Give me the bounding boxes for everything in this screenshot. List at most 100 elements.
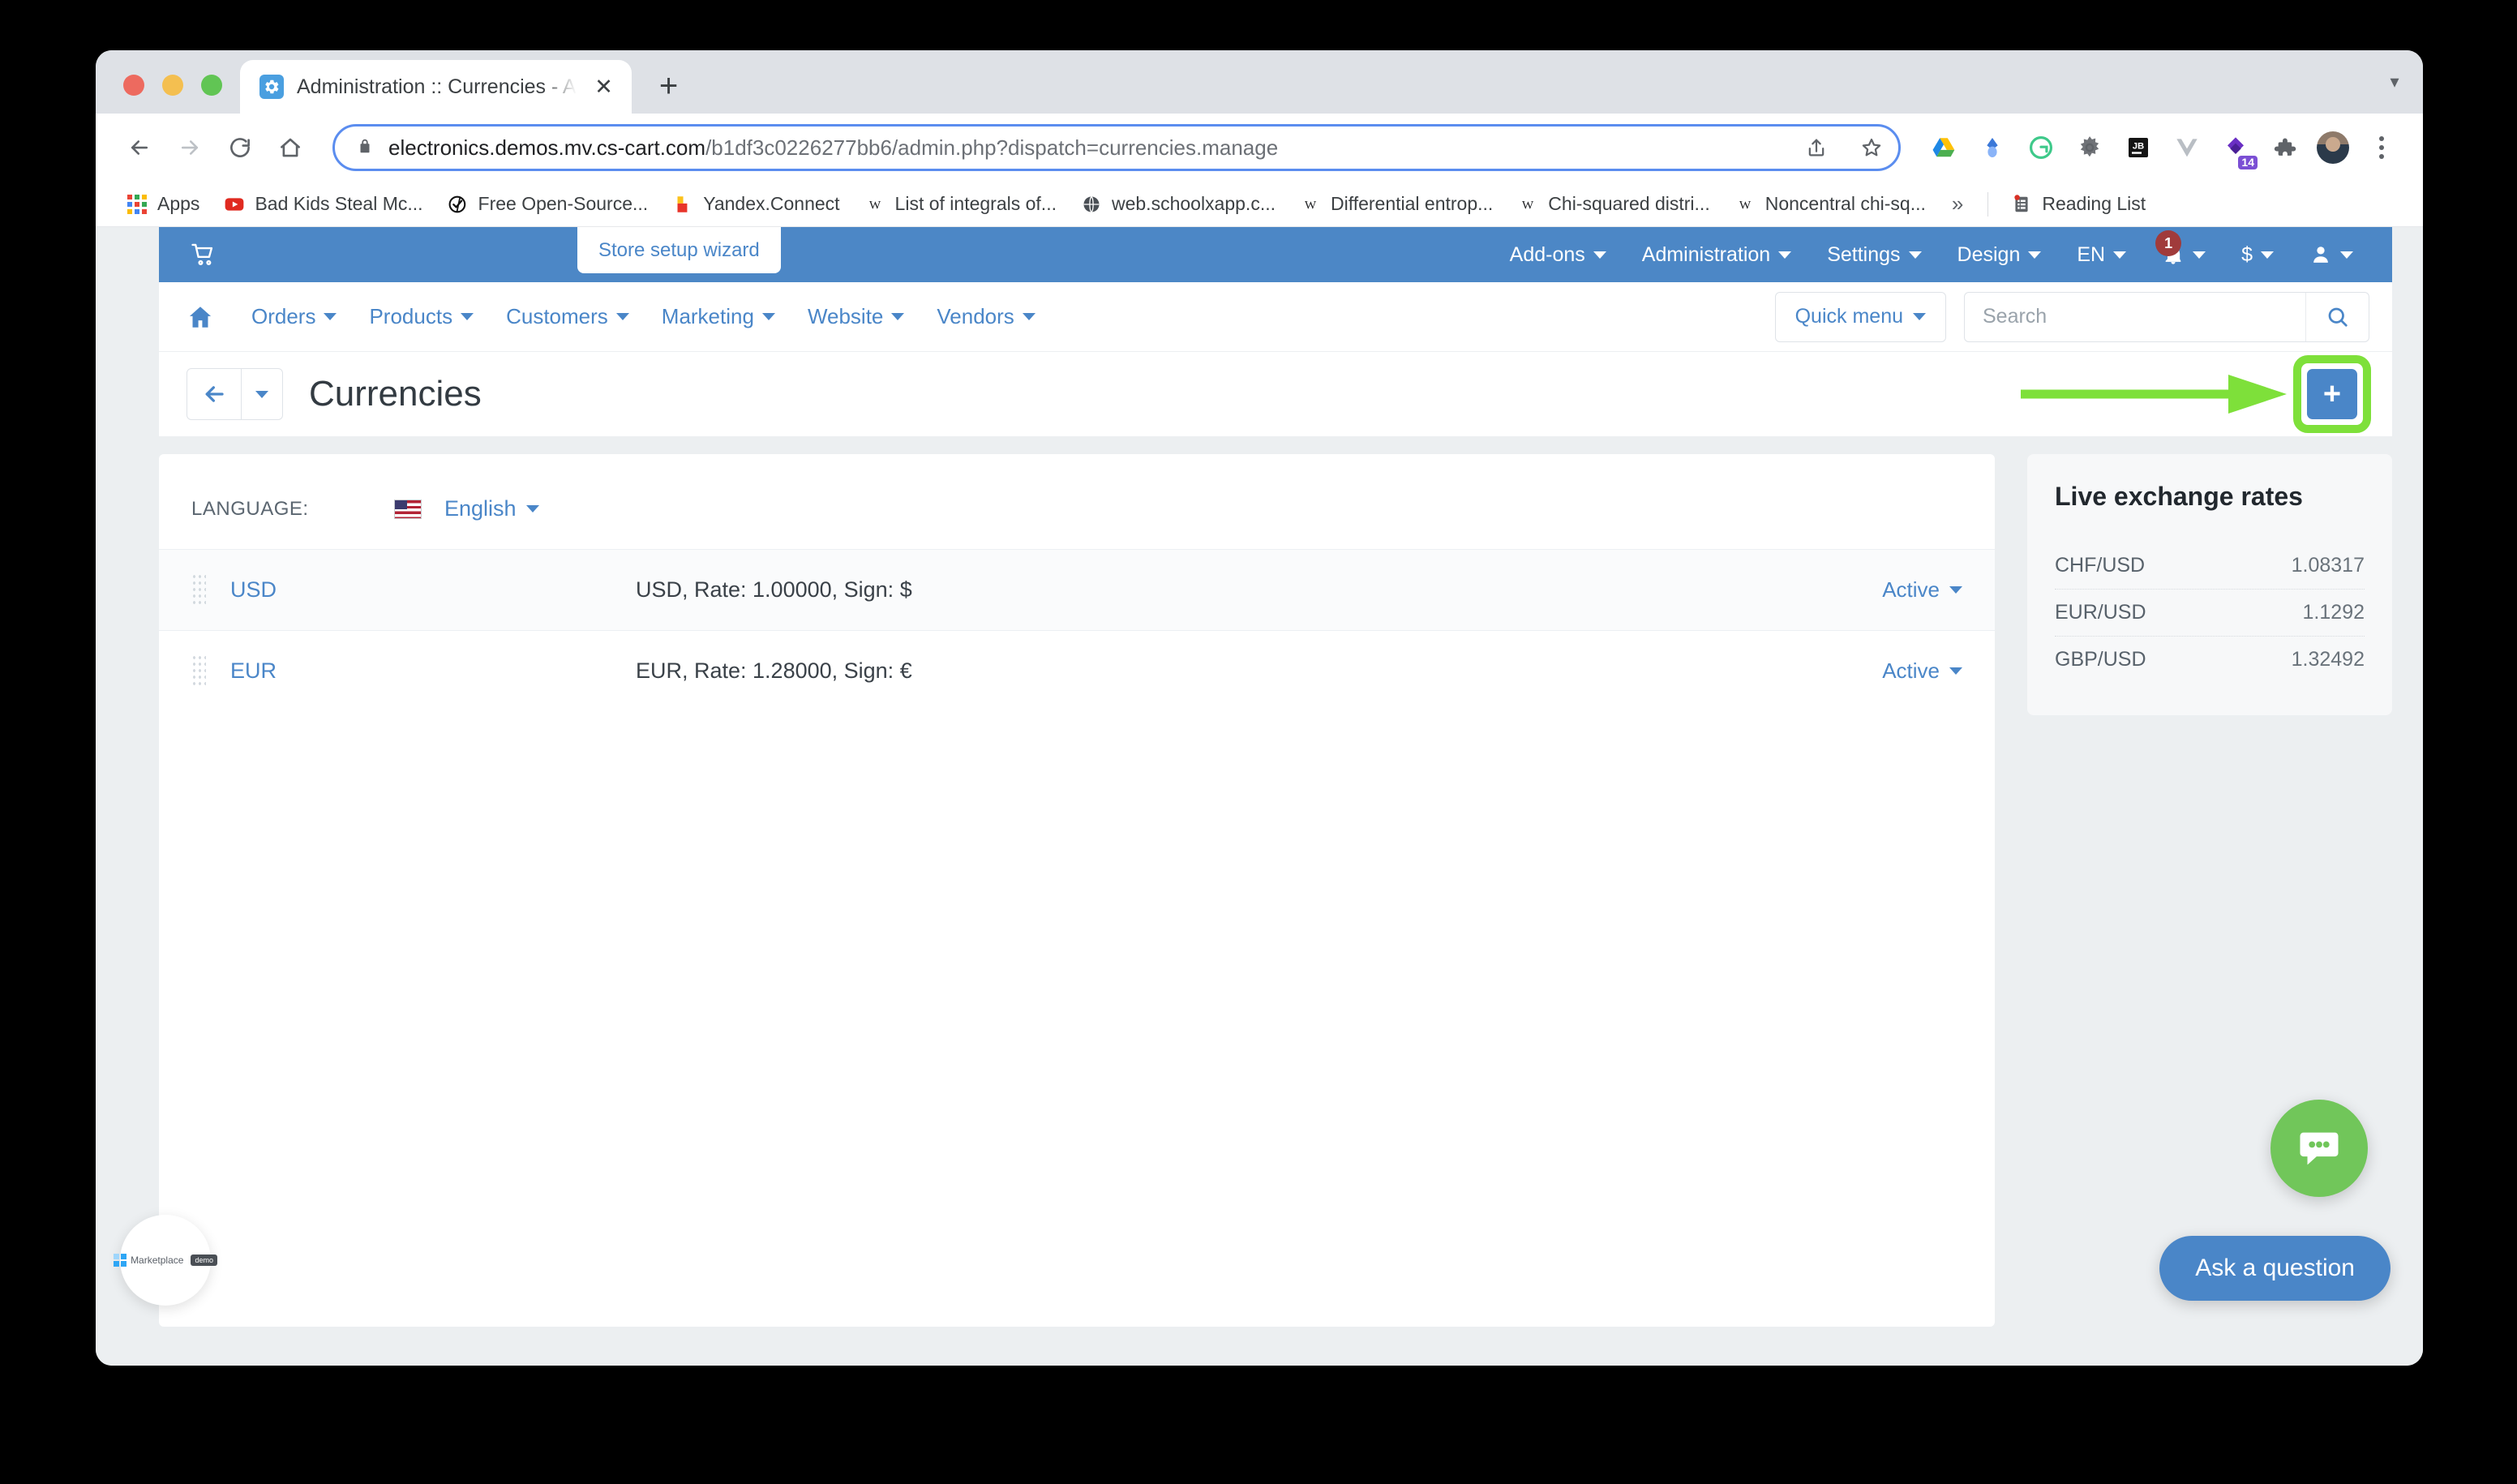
table-row[interactable]: EUR EUR, Rate: 1.28000, Sign: € Active [159,630,1995,711]
wikipedia-icon: W [864,194,885,215]
new-tab-button[interactable]: + [645,62,693,110]
nav-item-website[interactable]: Website [791,304,920,329]
currency-code-link[interactable]: USD [230,577,636,603]
star-icon[interactable] [1851,127,1892,168]
forward-button[interactable] [167,125,212,170]
store-setup-wizard-button[interactable]: Store setup wizard [577,227,781,273]
user-menu[interactable] [2292,243,2371,266]
chat-bubble-icon[interactable] [2270,1100,2368,1197]
rate-pair: GBP/USD [2055,648,2146,671]
language-dropdown[interactable]: English [394,496,539,521]
drag-handle-icon[interactable] [191,573,206,607]
reading-list-button[interactable]: Reading List [2001,188,2155,220]
chevron-down-icon [1949,667,1962,675]
browser-tab[interactable]: Administration :: Currencies - A ✕ [240,60,632,114]
bookmark-apps[interactable]: Apps [117,188,209,220]
rate-row: CHF/USD 1.08317 [2055,543,2365,590]
bookmark-youtube[interactable]: Bad Kids Steal Mc... [214,188,432,220]
reading-list-icon [2011,194,2032,215]
top-menu-settings[interactable]: Settings [1809,243,1939,267]
chevron-down-icon [1913,313,1926,320]
top-menu-label: Design [1957,242,2021,266]
admin-secondary-nav: Orders Products Customers Marketing Webs… [159,282,2392,352]
vue-devtools-icon[interactable] [2167,127,2207,168]
google-drive-icon[interactable] [1923,127,1964,168]
search-input[interactable] [1965,292,2305,341]
rate-row: EUR/USD 1.1292 [2055,590,2365,637]
nav-item-customers[interactable]: Customers [490,304,645,329]
top-menu-administration[interactable]: Administration [1624,243,1809,267]
back-button-group [187,368,283,420]
bookmark-label: Chi-squared distri... [1548,193,1710,214]
address-bar[interactable]: electronics.demos.mv.cs-cart.com/b1df3c0… [332,124,1901,171]
bookmark-chi-squared[interactable]: W Chi-squared distri... [1507,188,1719,220]
lock-icon [356,137,374,158]
close-window-button[interactable] [123,75,144,96]
reload-button[interactable] [217,125,263,170]
bookmark-label: List of integrals of... [894,193,1057,214]
gear-extension-icon[interactable] [2069,127,2110,168]
chevron-down-icon[interactable]: ▾ [2366,50,2423,114]
yandex-icon [672,194,693,215]
reading-list-label: Reading List [2042,193,2146,214]
avatar[interactable] [2313,127,2353,168]
svg-text:W: W [1305,198,1317,212]
status-dropdown[interactable]: Active [1882,577,1962,603]
notifications-button[interactable]: 1 [2144,230,2223,266]
minimize-window-button[interactable] [162,75,183,96]
nav-item-orders[interactable]: Orders [235,304,353,329]
grammarly-icon[interactable] [2021,127,2061,168]
close-tab-button[interactable]: ✕ [590,72,619,101]
page-title-bar: Currencies + [159,352,2392,436]
status-dropdown[interactable]: Active [1882,658,1962,684]
nav-label: Marketing [661,304,754,328]
tab-strip: Administration :: Currencies - A ✕ + ▾ [96,50,2423,114]
language-selector-row: LANGUAGE: English [159,454,1995,549]
purple-extension-icon[interactable]: 14 [2215,127,2258,169]
bookmarks-overflow-button[interactable]: » [1940,191,1975,217]
top-menu-design[interactable]: Design [1940,243,2060,267]
drag-handle-icon[interactable] [191,654,206,688]
add-currency-button[interactable]: + [2307,369,2357,419]
home-icon[interactable] [187,303,214,331]
add-currency-highlight: + [2293,355,2371,433]
page-title: Currencies [309,374,482,414]
kebab-menu-icon[interactable] [2361,127,2402,168]
home-button[interactable] [268,125,313,170]
bookmark-list-of-integrals[interactable]: W List of integrals of... [855,188,1066,220]
back-button[interactable] [117,125,162,170]
rate-pair: EUR/USD [2055,601,2146,624]
svg-text:W: W [1739,198,1752,212]
jetbrains-icon[interactable]: JB [2118,127,2159,168]
chevron-down-icon [1778,251,1792,259]
blue-diamond-icon[interactable] [1972,127,2013,168]
currency-code-link[interactable]: EUR [230,658,636,684]
top-menu-addons[interactable]: Add-ons [1492,243,1624,267]
bookmark-yandex-connect[interactable]: Yandex.Connect [662,188,849,220]
back-dropdown-button[interactable] [242,369,282,419]
bookmark-differential-entropy[interactable]: W Differential entrop... [1290,188,1503,220]
marketplace-demo-badge[interactable]: Marketplace demo [114,1215,217,1306]
currency-description: EUR, Rate: 1.28000, Sign: € [636,658,912,683]
search-icon[interactable] [2305,292,2369,341]
top-menu-label: EN [2077,242,2106,266]
bookmark-free-open-source[interactable]: Free Open-Source... [438,188,658,220]
bookmark-web-schoolxapp[interactable]: web.schoolxapp.c... [1071,188,1285,220]
nav-item-products[interactable]: Products [353,304,490,329]
table-row[interactable]: USD USD, Rate: 1.00000, Sign: $ Active [159,549,1995,630]
currency-switcher[interactable]: $ [2223,243,2292,267]
bookmark-label: Differential entrop... [1331,193,1494,214]
bookmark-noncentral-chi-squared[interactable]: W Noncentral chi-sq... [1725,188,1936,220]
nav-item-vendors[interactable]: Vendors [920,304,1051,329]
top-menu-language[interactable]: EN [2059,243,2144,267]
nav-item-marketing[interactable]: Marketing [645,304,791,329]
arrow-left-icon[interactable] [187,369,241,419]
puzzle-extensions-icon[interactable] [2264,127,2305,168]
ask-a-question-button[interactable]: Ask a question [2159,1236,2391,1301]
share-icon[interactable] [1796,127,1837,168]
chevron-down-icon [2193,251,2206,259]
shopping-cart-icon[interactable] [190,241,217,268]
maximize-window-button[interactable] [201,75,222,96]
chevron-down-icon [2340,251,2353,259]
quick-menu-button[interactable]: Quick menu [1774,291,1946,342]
